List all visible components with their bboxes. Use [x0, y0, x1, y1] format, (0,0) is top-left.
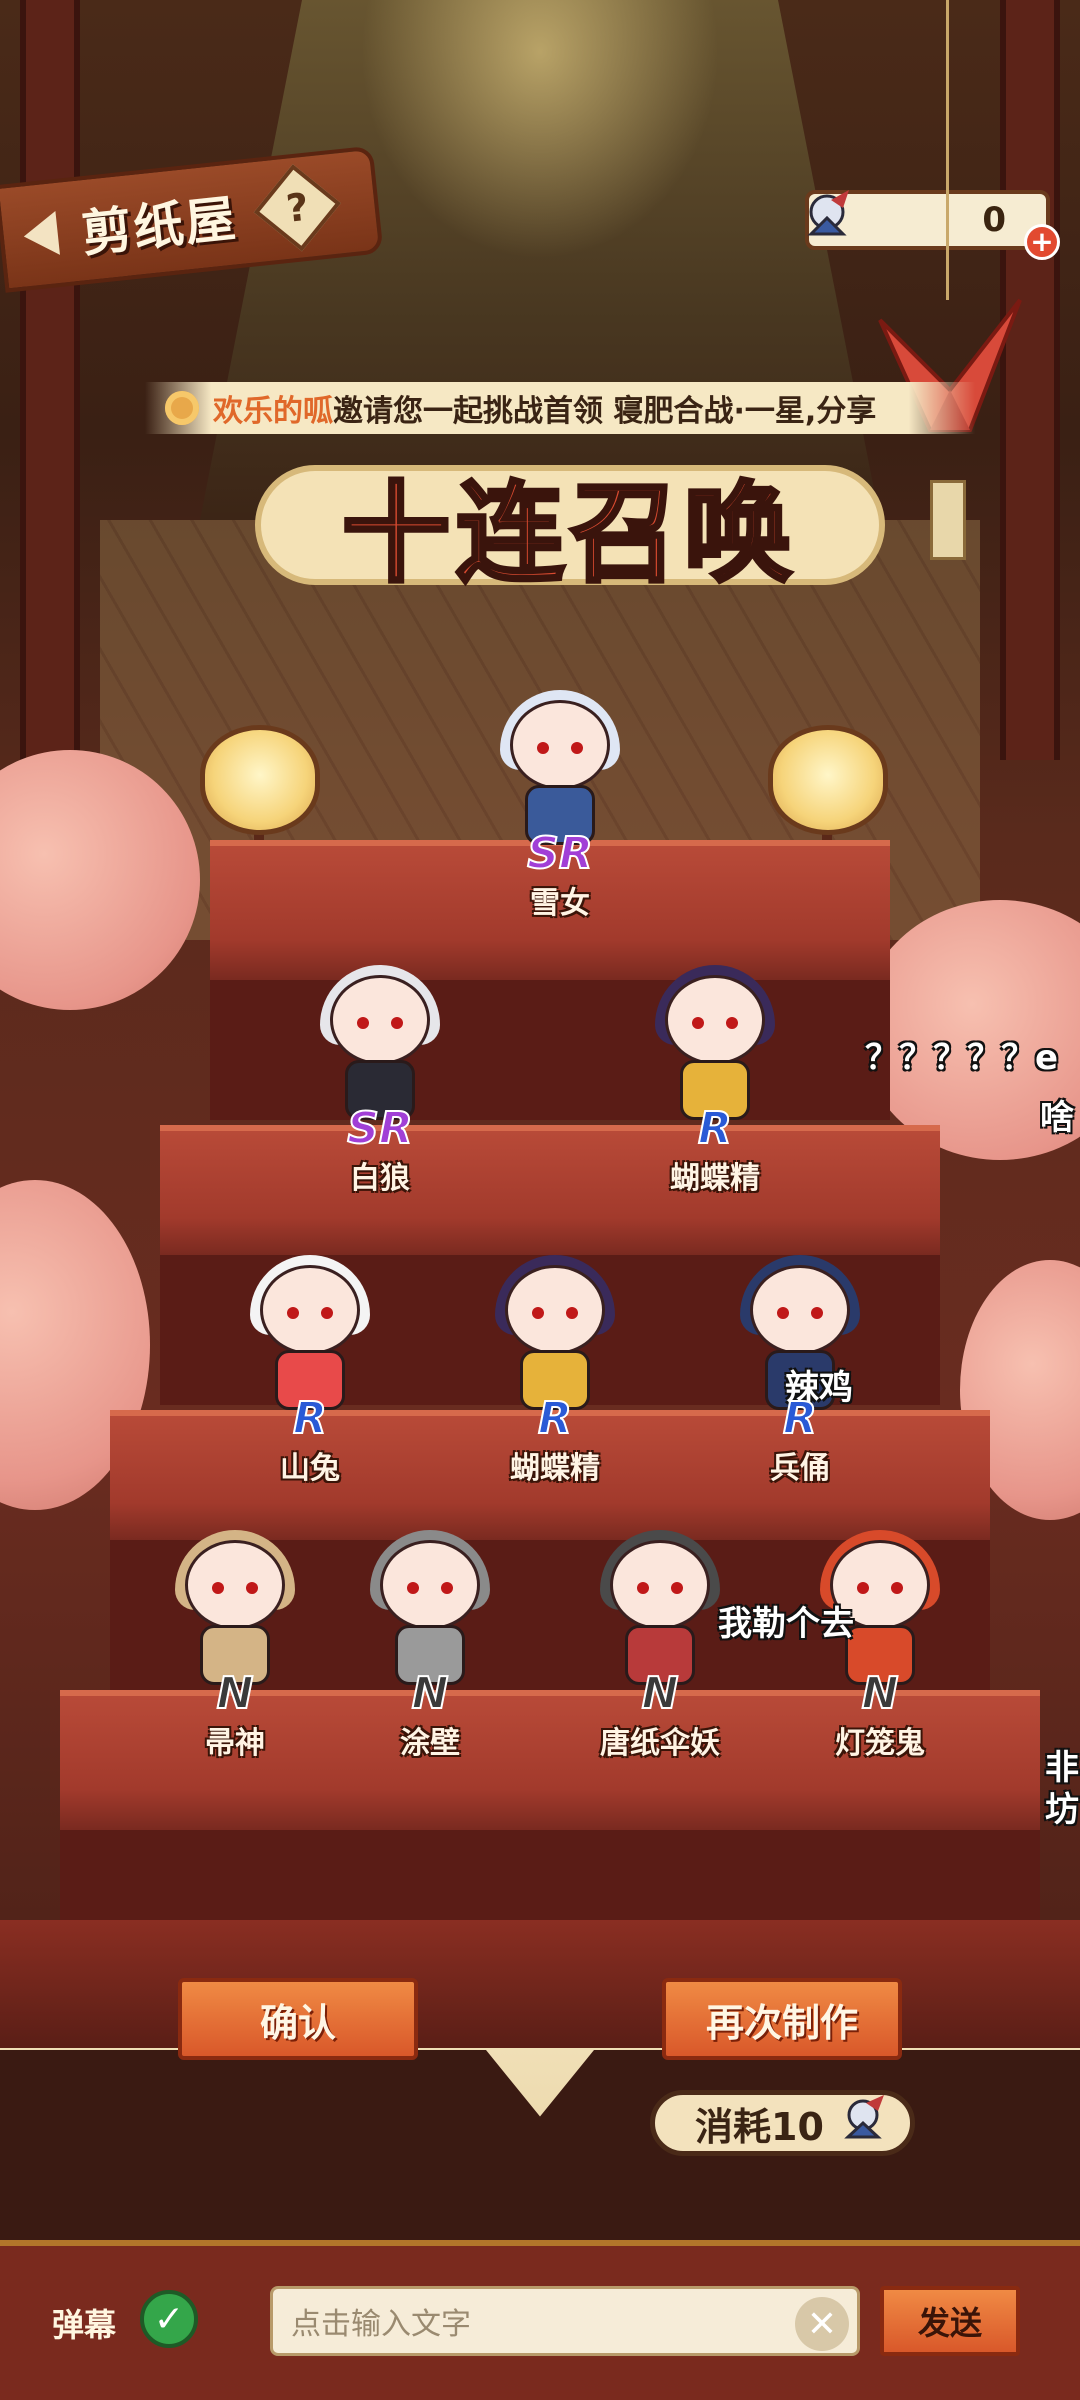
add-ticket-button[interactable]: + [1024, 224, 1060, 260]
rarity-badge: N [861, 1668, 900, 1719]
rarity-badge: R [697, 1103, 733, 1154]
danmu-comment: 啥 [1040, 1098, 1074, 1138]
light-beam [360, 0, 720, 260]
pillar-left [20, 0, 80, 760]
rarity-badge: R [782, 1393, 818, 1444]
character-portrait [305, 965, 455, 1125]
rarity-badge: N [411, 1668, 450, 1719]
character-portrait [355, 1530, 505, 1690]
danmu-comment: ？？？？？e [865, 1038, 1059, 1078]
clear-input-button[interactable]: ✕ [795, 2297, 849, 2351]
broadcast-banner: 欢乐的呱 邀请您一起挑战首领 寝肥合战·一星,分享 [145, 382, 975, 434]
danmu-toggle-label: 弹幕 [52, 2306, 117, 2344]
character-name: 白狼 [350, 1161, 410, 1196]
character-name: 兵俑 [770, 1451, 830, 1486]
back-arrow-icon [21, 211, 60, 259]
confirm-button[interactable]: 确认 [178, 1978, 418, 2060]
broadcast-user[interactable]: 欢乐的呱 [213, 386, 333, 430]
character-name: 帚神 [205, 1726, 265, 1761]
summoned-character[interactable]: N 灯笼鬼 [780, 1530, 980, 1762]
character-name: 蝴蝶精 [510, 1451, 600, 1486]
crane-string [946, 0, 949, 300]
danmu-toggle-checkbox[interactable]: ✓ [140, 2290, 198, 2348]
character-portrait [160, 1530, 310, 1690]
rarity-badge: SR [346, 1103, 414, 1154]
summoned-character[interactable]: SR 白狼 [280, 965, 480, 1197]
cost-badge: 消耗10 [650, 2090, 915, 2156]
cost-label: 消耗10 [695, 2104, 824, 2149]
chat-input[interactable]: 点击输入文字 ✕ [270, 2286, 860, 2356]
character-name: 灯笼鬼 [835, 1726, 925, 1761]
rarity-badge: R [292, 1393, 328, 1444]
summoned-character[interactable]: R 蝴蝶精 [615, 965, 815, 1197]
stair-tier-2 [160, 1125, 940, 1255]
summoned-character[interactable]: R 蝴蝶精 [455, 1255, 655, 1487]
lantern-left [200, 725, 320, 835]
summon-again-button[interactable]: 再次制作 [662, 1978, 902, 2060]
rarity-badge: SR [526, 828, 594, 879]
paper-ticket-counter: 0 + [805, 190, 1060, 260]
question-icon: ? [284, 184, 311, 231]
summoned-character[interactable]: SR 雪女 [460, 690, 660, 922]
rarity-badge: N [216, 1668, 255, 1719]
summoned-character[interactable]: N 涂壁 [330, 1530, 530, 1762]
character-name: 蝴蝶精 [670, 1161, 760, 1196]
character-name: 山兔 [280, 1451, 340, 1486]
rarity-badge: N [641, 1668, 680, 1719]
character-portrait [640, 965, 790, 1125]
character-name: 唐纸伞妖 [600, 1726, 720, 1761]
summoned-character[interactable]: N 帚神 [135, 1530, 335, 1762]
danmu-comment: 坊 [1045, 1790, 1079, 1830]
chat-placeholder: 点击输入文字 [291, 2307, 471, 2342]
lantern-right [768, 725, 888, 835]
page-title: 剪纸屋 [78, 189, 241, 264]
summoned-character[interactable]: R 山兔 [210, 1255, 410, 1487]
character-portrait [480, 1255, 630, 1415]
danmu-comment: 我勒个去 [718, 1604, 854, 1644]
character-name: 雪女 [530, 886, 590, 921]
hanging-tag [930, 480, 966, 560]
summoned-character[interactable]: N 唐纸伞妖 [560, 1530, 760, 1762]
character-portrait [485, 690, 635, 850]
rarity-badge: R [537, 1393, 573, 1444]
broadcast-message: 邀请您一起挑战首领 寝肥合战·一星,分享 [333, 394, 877, 429]
flower-icon [165, 391, 199, 425]
paper-doll-icon [807, 190, 849, 236]
stair-riser-4 [60, 1830, 1040, 1920]
character-portrait [585, 1530, 735, 1690]
character-name: 涂壁 [400, 1726, 460, 1761]
send-button[interactable]: 发送 [880, 2286, 1020, 2356]
help-button[interactable]: ? [253, 164, 341, 252]
paper-doll-icon [844, 2095, 884, 2139]
ticket-amount: 0 [982, 200, 1006, 240]
character-portrait [235, 1255, 385, 1415]
summon-title: 十连召唤 [340, 469, 798, 599]
